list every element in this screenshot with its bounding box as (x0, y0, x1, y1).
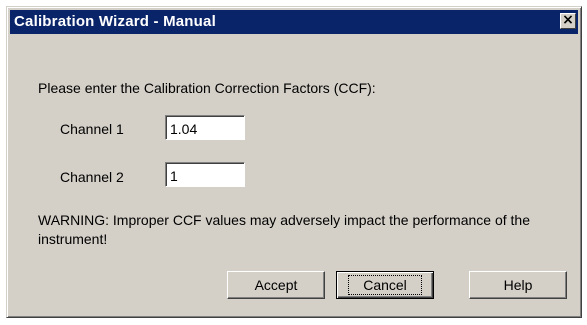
channel-1-label: Channel 1 (60, 121, 124, 137)
window-title: Calibration Wizard - Manual (14, 13, 216, 30)
channel-2-label: Channel 2 (60, 169, 124, 185)
title-bar[interactable]: Calibration Wizard - Manual × (10, 10, 578, 34)
calibration-dialog: Calibration Wizard - Manual × Please ent… (6, 6, 582, 318)
accept-button[interactable]: Accept (227, 271, 325, 299)
cancel-button-label: Cancel (348, 275, 422, 295)
channel-1-input[interactable] (165, 115, 245, 140)
instruction-text: Please enter the Calibration Correction … (38, 80, 376, 96)
close-icon: × (562, 12, 574, 28)
cancel-button[interactable]: Cancel (336, 271, 434, 299)
warning-text: WARNING: Improper CCF values may adverse… (38, 212, 530, 247)
channel-2-input[interactable] (165, 162, 245, 187)
help-button[interactable]: Help (469, 271, 567, 299)
close-button[interactable]: × (560, 12, 576, 29)
